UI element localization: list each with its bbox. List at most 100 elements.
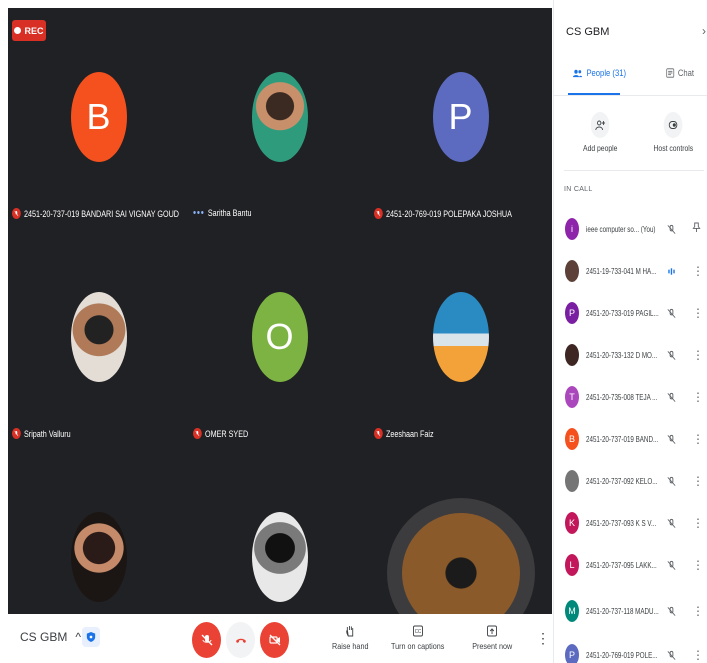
mic-off-button[interactable] (192, 622, 221, 658)
more-options-icon[interactable]: ⋮ (692, 648, 704, 662)
list-item[interactable]: i ieee computer so... (You) (554, 218, 707, 240)
hang-up-icon (235, 638, 246, 643)
participant-name: 2451-20-737-093 K S V... (586, 518, 657, 528)
participant-name-label: 2451-20-737-019 BANDARI SAI VIGNAY GOUD (12, 208, 179, 219)
close-panel-icon[interactable]: › (702, 24, 706, 38)
avatar: P (432, 72, 489, 162)
more-options-icon[interactable]: ⋮ (692, 390, 704, 404)
tab-people-label: People (31) (586, 68, 627, 78)
tab-people[interactable]: People (31) (572, 68, 626, 78)
participant-tile[interactable]: Zeeshaan Faiz (370, 228, 551, 439)
mic-off-icon (665, 433, 677, 445)
participant-tile[interactable]: P 2451-20-769-019 POLEPAKA JOSHUA (370, 8, 551, 219)
talking-indicator-icon: ••• (193, 207, 205, 219)
present-label: Present now (472, 642, 513, 651)
more-options-icon[interactable]: ⋮ (692, 558, 704, 572)
participant-tile[interactable]: O OMER SYED (189, 228, 370, 439)
divider (554, 95, 707, 96)
participant-tile[interactable] (189, 448, 370, 614)
more-options-icon[interactable]: ⋮ (692, 516, 704, 530)
more-options-icon[interactable]: ⋮ (692, 474, 704, 488)
mic-off-icon (665, 517, 677, 529)
participant-name: 2451-20-733-019 PAGIL... (586, 308, 659, 318)
host-controls-button[interactable]: Host controls (653, 112, 694, 153)
shield-icon[interactable] (82, 627, 100, 647)
participant-name: 2451-19-733-041 M HA... (586, 266, 657, 276)
hand-icon (346, 626, 354, 637)
participant-tile[interactable] (370, 448, 551, 614)
video-grid: REC B 2451-20-737-019 BANDARI SAI VIGNAY… (8, 8, 552, 614)
present-icon (487, 625, 498, 637)
more-options-icon[interactable]: ⋮ (692, 348, 704, 362)
list-item[interactable]: 2451-19-733-041 M HA... ⋮ (554, 260, 707, 282)
list-item[interactable]: 2451-20-733-132 D MO... ⋮ (554, 344, 707, 366)
people-panel: CS GBM › People (31) Chat Add people Hos… (553, 0, 707, 663)
participant-name: 2451-20-737-095 LAKK... (586, 560, 657, 570)
mic-off-icon (201, 634, 212, 646)
list-item[interactable]: M 2451-20-737-118 MADU... ⋮ (554, 600, 707, 622)
more-options-icon[interactable]: ⋮ (692, 306, 704, 320)
participant-tile[interactable]: Sripath Valluru (8, 228, 189, 439)
avatar: T (565, 386, 579, 408)
mic-off-icon (665, 649, 677, 661)
more-options-icon[interactable]: ⋮ (536, 630, 550, 647)
leave-call-button[interactable] (226, 622, 255, 658)
meeting-name: CS GBM (20, 630, 68, 644)
mic-off-icon (665, 605, 677, 617)
list-item[interactable]: P 2451-20-733-019 PAGIL... ⋮ (554, 302, 707, 324)
tab-chat[interactable]: Chat (666, 68, 694, 78)
more-options-icon[interactable]: ⋮ (692, 604, 704, 618)
mic-off-icon (12, 208, 21, 219)
mic-off-icon (374, 428, 383, 439)
present-now-button[interactable]: Present now (472, 624, 512, 651)
avatar: M (565, 600, 579, 622)
panel-title: CS GBM (566, 26, 610, 38)
raise-hand-label: Raise hand (332, 642, 369, 651)
list-item[interactable]: P 2451-20-769-019 POLE... ⋮ (554, 644, 707, 663)
more-options-icon[interactable]: ⋮ (692, 264, 704, 278)
avatar (70, 512, 127, 602)
avatar: P (565, 644, 579, 663)
meeting-details-toggle[interactable]: CS GBM ^ (20, 630, 81, 644)
participant-name-label: OMER SYED (193, 428, 248, 439)
captions-button[interactable]: CC Turn on captions (391, 624, 444, 651)
participant-name: 2451-20-737-019 BAND... (586, 434, 659, 444)
more-options-icon[interactable]: ⋮ (692, 432, 704, 446)
mic-off-icon (374, 208, 383, 219)
meeting-controls-bar: CS GBM ^ Raise hand CC Turn on captions … (8, 614, 552, 663)
participant-tile[interactable]: B 2451-20-737-019 BANDARI SAI VIGNAY GOU… (8, 8, 189, 219)
avatar: i (565, 218, 579, 240)
chat-icon (666, 68, 675, 78)
mic-off-icon (665, 475, 677, 487)
participant-name: ieee computer so... (You) (586, 224, 656, 234)
list-item[interactable]: B 2451-20-737-019 BAND... ⋮ (554, 428, 707, 450)
avatar (70, 292, 127, 382)
add-people-button[interactable]: Add people (583, 112, 617, 153)
participant-tile[interactable] (8, 448, 189, 614)
mic-off-icon (665, 223, 677, 235)
participant-tile[interactable]: ••• Saritha Bantu (189, 8, 370, 219)
participant-name-label: ••• Saritha Bantu (193, 207, 252, 219)
list-item[interactable]: 2451-20-737-092 KELO... ⋮ (554, 470, 707, 492)
tab-chat-label: Chat (677, 68, 695, 78)
host-controls-label: Host controls (653, 144, 694, 153)
mic-off-icon (12, 428, 21, 439)
mic-off-icon (665, 307, 677, 319)
captions-icon: CC (412, 625, 423, 637)
list-item[interactable]: K 2451-20-737-093 K S V... ⋮ (554, 512, 707, 534)
avatar (565, 470, 579, 492)
list-item[interactable]: T 2451-20-735-008 TEJA ... ⋮ (554, 386, 707, 408)
avatar (432, 292, 489, 382)
list-item[interactable]: L 2451-20-737-095 LAKK... ⋮ (554, 554, 707, 576)
participant-name-label: Zeeshaan Faiz (374, 428, 434, 439)
people-icon (572, 69, 583, 77)
chevron-up-icon: ^ (75, 630, 81, 644)
raise-hand-button[interactable]: Raise hand (332, 624, 368, 651)
talking-indicator-icon (665, 265, 677, 277)
camera-off-button[interactable] (260, 622, 289, 658)
avatar: B (565, 428, 579, 450)
avatar: O (251, 292, 308, 382)
mic-off-icon (665, 349, 677, 361)
pin-icon[interactable] (692, 222, 701, 236)
camera-off-icon (268, 634, 280, 646)
